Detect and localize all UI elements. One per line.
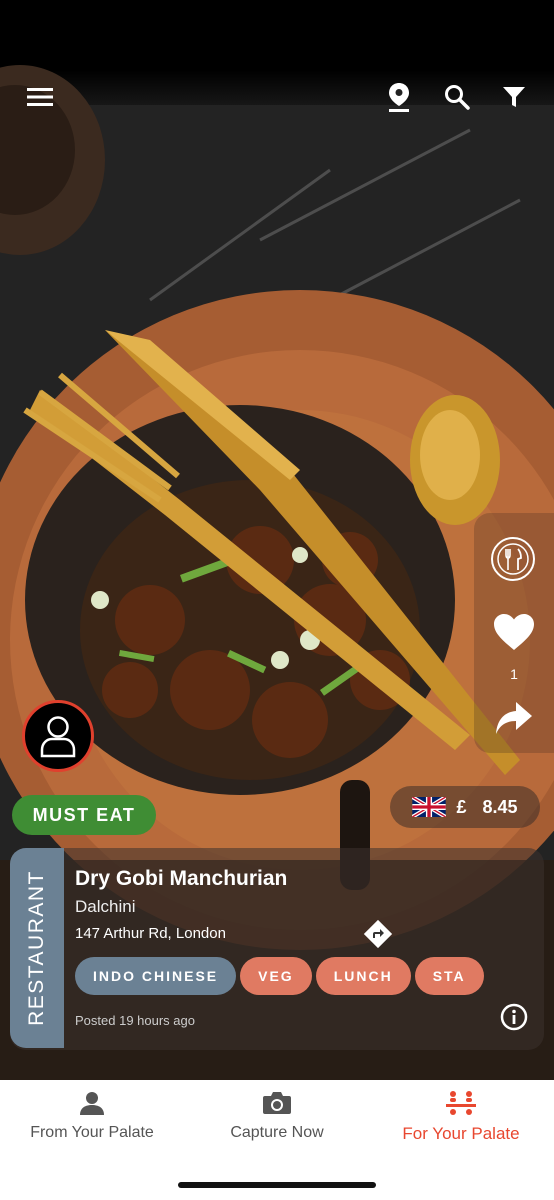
nav-capture-now[interactable]: Capture Now — [224, 1090, 330, 1142]
home-indicator — [178, 1182, 376, 1188]
person-icon — [80, 1092, 104, 1115]
currency-symbol: £ — [456, 796, 473, 817]
avatar[interactable] — [22, 700, 94, 772]
restaurant-address: 147 Arthur Rd, London — [75, 925, 226, 942]
tag-diet[interactable]: VEG — [240, 957, 312, 995]
must-eat-badge: MUST EAT — [12, 795, 156, 835]
category-label: RESTAURANT — [25, 870, 48, 1026]
nav-label: Capture Now — [230, 1124, 324, 1141]
camera-icon — [263, 1092, 291, 1114]
nav-label: For Your Palate — [402, 1124, 520, 1143]
nav-from-your-palate[interactable]: From Your Palate — [28, 1090, 156, 1142]
tag-cuisine[interactable]: INDO CHINESE — [75, 957, 237, 995]
location-pin-icon[interactable] — [384, 82, 414, 112]
tag-meal[interactable]: LUNCH — [315, 957, 411, 995]
dish-name: Dry Gobi Manchurian — [75, 867, 288, 890]
search-icon[interactable] — [442, 82, 472, 112]
fork-knife-icon[interactable] — [490, 536, 536, 582]
tag-list: INDO CHINESE VEG LUNCH STA — [75, 957, 490, 997]
price-value: 8.45 — [482, 796, 518, 817]
people-table-icon — [446, 1091, 476, 1115]
restaurant-name[interactable]: Dalchini — [75, 897, 135, 917]
user-icon — [40, 716, 76, 758]
posted-time: Posted 19 hours ago — [75, 1013, 195, 1028]
filter-icon[interactable] — [499, 82, 529, 112]
uk-flag-icon — [412, 797, 447, 817]
hamburger-menu-icon[interactable] — [25, 82, 55, 112]
nav-for-your-palate[interactable]: For Your Palate — [392, 1090, 530, 1144]
price-badge: £ 8.45 — [390, 786, 540, 828]
share-icon[interactable] — [494, 700, 534, 736]
category-tab: RESTAURANT — [10, 848, 64, 1048]
tag-more[interactable]: STA — [414, 957, 484, 995]
info-icon[interactable] — [499, 1002, 529, 1032]
nav-label: From Your Palate — [30, 1124, 154, 1141]
directions-icon[interactable] — [362, 918, 394, 950]
like-count: 1 — [510, 666, 518, 682]
heart-icon[interactable] — [492, 612, 536, 652]
